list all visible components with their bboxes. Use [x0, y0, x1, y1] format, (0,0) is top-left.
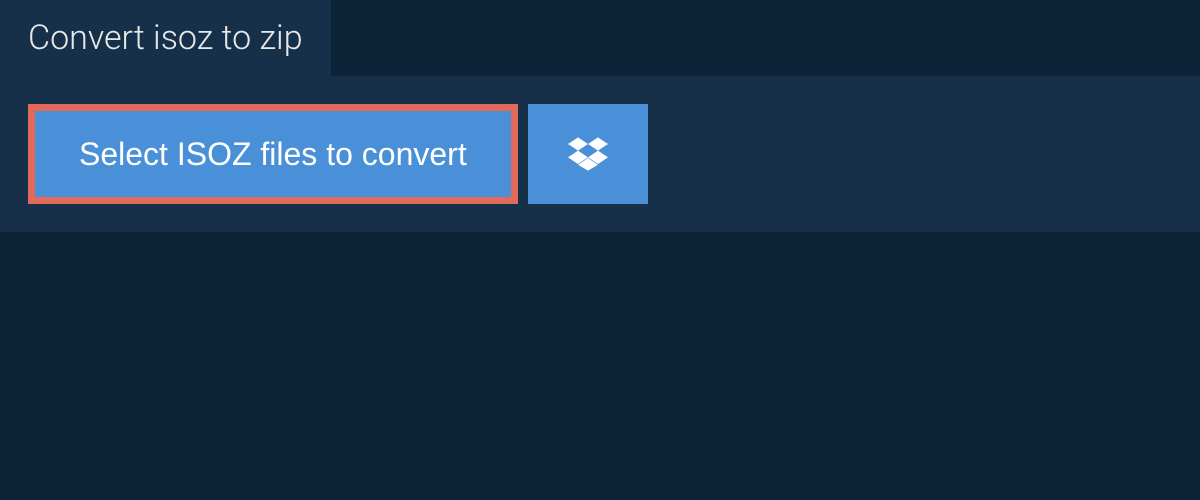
- converter-panel: Select ISOZ files to convert: [0, 76, 1200, 232]
- tab-label: Convert isoz to zip: [28, 18, 303, 58]
- button-row: Select ISOZ files to convert: [28, 104, 1172, 204]
- tab-bar: Convert isoz to zip: [0, 0, 331, 76]
- select-files-button[interactable]: Select ISOZ files to convert: [35, 111, 511, 197]
- tab-convert[interactable]: Convert isoz to zip: [0, 0, 331, 76]
- select-files-label: Select ISOZ files to convert: [79, 136, 467, 172]
- dropbox-icon: [568, 134, 608, 174]
- select-button-highlight: Select ISOZ files to convert: [28, 104, 518, 204]
- dropbox-button[interactable]: [528, 104, 648, 204]
